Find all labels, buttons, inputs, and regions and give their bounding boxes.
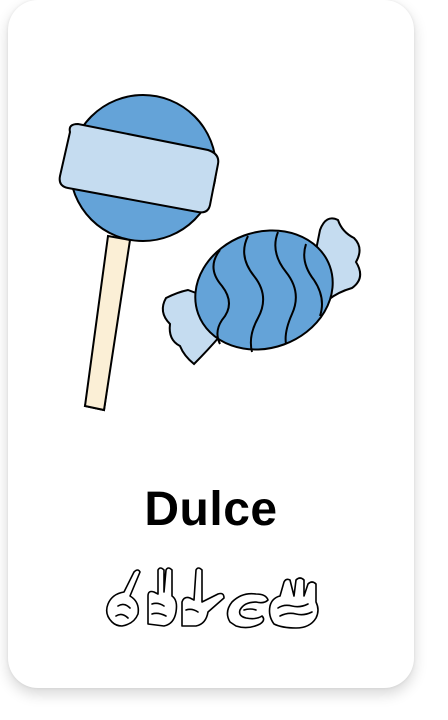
fingerspelling-hands-icon: [105, 567, 319, 629]
lollipop-icon: [58, 94, 220, 242]
page: Dulce: [0, 0, 448, 720]
card-word: Dulce: [144, 483, 278, 536]
sign-c-icon: [226, 592, 269, 629]
lollipop-stick-icon: [83, 234, 132, 412]
sign-d-icon: [105, 569, 141, 627]
lollipop-and-candy-illustration: [58, 94, 362, 412]
wrapped-candy-icon: [161, 217, 362, 366]
sign-l-icon: [181, 567, 225, 627]
sign-e-icon: [268, 577, 319, 629]
sign-u-icon: [147, 567, 178, 627]
flashcard: Dulce: [8, 0, 414, 688]
